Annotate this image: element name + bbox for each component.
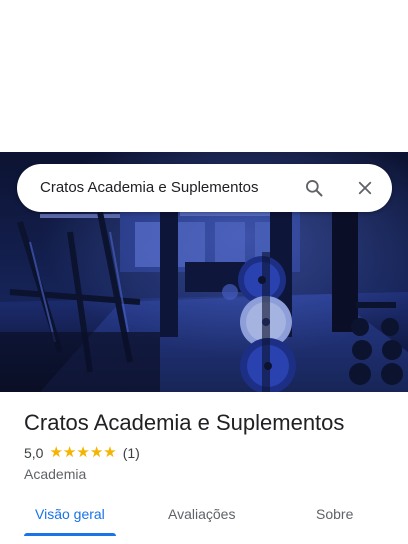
star-icon: ★ (89, 444, 104, 461)
place-title: Cratos Academia e Suplementos (24, 410, 345, 435)
tab-bar: Visão geral Avaliações Sobre (0, 496, 408, 544)
search-bar[interactable]: Cratos Academia e Suplementos (17, 164, 392, 212)
star-icon: ★ (103, 444, 117, 461)
rating-value: 5,0 (24, 445, 44, 461)
star-icon: ★ (76, 444, 90, 461)
star-rating: ★ ★ ★ ★ ★ (49, 444, 117, 461)
star-icon: ★ (62, 444, 77, 461)
rating-row[interactable]: 5,0 ★ ★ ★ ★ ★ (1) (24, 445, 140, 461)
review-count[interactable]: (1) (123, 445, 140, 461)
tab-about[interactable]: Sobre (316, 506, 353, 522)
tab-reviews[interactable]: Avaliações (168, 506, 235, 522)
star-icon: ★ (49, 444, 63, 461)
place-category[interactable]: Academia (24, 466, 86, 482)
search-icon[interactable] (302, 176, 326, 200)
active-tab-indicator (24, 533, 116, 536)
tab-overview[interactable]: Visão geral (35, 506, 105, 522)
search-input[interactable]: Cratos Academia e Suplementos (40, 179, 258, 196)
close-icon[interactable] (353, 176, 377, 200)
